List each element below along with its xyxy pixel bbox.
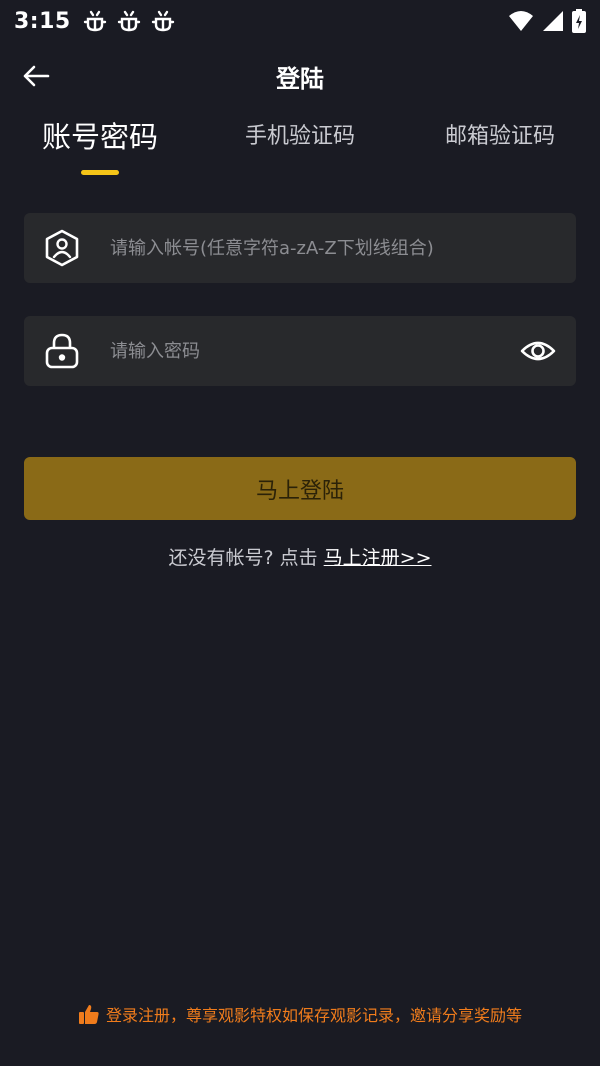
status-time: 3:15 xyxy=(14,8,71,34)
notification-icons xyxy=(83,9,175,33)
register-prompt-text: 还没有帐号? 点击 xyxy=(168,547,324,569)
password-input[interactable] xyxy=(108,316,506,386)
tab-email-code[interactable]: 邮箱验证码 xyxy=(445,118,555,150)
register-link[interactable]: 马上注册>> xyxy=(324,547,432,569)
account-input[interactable] xyxy=(108,213,506,283)
user-shield-icon xyxy=(45,229,79,267)
tab-account-password[interactable]: 账号密码 xyxy=(42,114,158,156)
status-icons xyxy=(508,9,586,33)
tab-phone-code[interactable]: 手机验证码 xyxy=(245,118,355,150)
battery-icon xyxy=(572,9,586,33)
wifi-icon xyxy=(509,11,533,31)
login-button[interactable]: 马上登陆 xyxy=(24,457,576,520)
signal-icon xyxy=(543,11,563,31)
footer-text: 登录注册，尊享观影特权如保存观影记录，邀请分享奖励等 xyxy=(105,1006,522,1025)
login-tabs: 账号密码 手机验证码 邮箱验证码 xyxy=(0,118,600,178)
password-field xyxy=(24,316,576,386)
bug-icon xyxy=(83,10,106,32)
bug-icon xyxy=(117,10,140,32)
account-field xyxy=(24,213,576,283)
back-arrow-icon[interactable] xyxy=(20,60,52,92)
thumbs-up-icon xyxy=(78,1005,99,1024)
page-title: 登陆 xyxy=(276,64,324,93)
status-bar: 3:15 xyxy=(0,0,600,42)
lock-icon xyxy=(45,333,79,369)
register-prompt: 还没有帐号? 点击 马上注册>> xyxy=(0,543,600,570)
active-tab-indicator xyxy=(81,170,119,175)
bug-icon xyxy=(151,10,174,32)
eye-icon[interactable] xyxy=(520,333,556,369)
footer-notice: 登录注册，尊享观影特权如保存观影记录，邀请分享奖励等 xyxy=(0,1002,600,1026)
header: 登陆 xyxy=(0,48,600,104)
